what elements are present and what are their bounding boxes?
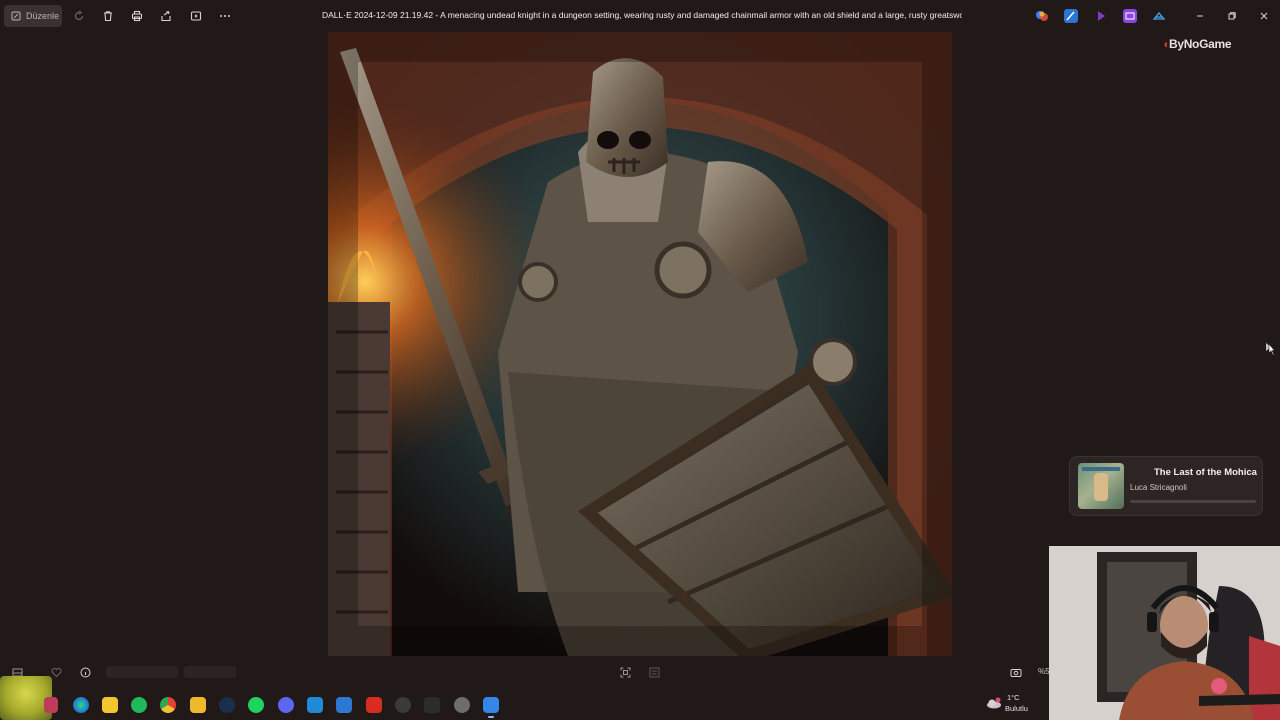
onedrive-icon[interactable] <box>1152 9 1166 23</box>
taskbar <box>0 690 1049 720</box>
info-icon <box>80 667 90 677</box>
displayed-image[interactable] <box>328 32 952 656</box>
watermark-text: ByNoGame <box>1168 37 1232 51</box>
weather-description: Bulutlu <box>1005 704 1028 713</box>
song-title: The Last of the Mohica <box>1154 467 1257 478</box>
now-playing-widget[interactable]: The Last of the Mohica Luca Stricagnoli <box>1069 456 1263 516</box>
slideshow-button[interactable] <box>188 8 204 24</box>
notes-icon[interactable] <box>102 697 118 713</box>
delete-button[interactable] <box>100 8 116 24</box>
status-placeholder <box>184 666 236 678</box>
store-icon[interactable] <box>307 697 323 713</box>
taskbar-app-icon[interactable] <box>44 697 58 713</box>
acrobat-icon[interactable] <box>366 697 382 713</box>
weather-temperature: 1°C <box>1007 693 1020 702</box>
minimize-button[interactable] <box>1192 8 1208 24</box>
chevron-right-icon <box>1266 343 1276 356</box>
stream-watermark: ◖ByNoGame <box>1162 37 1232 51</box>
photos-icon[interactable] <box>483 697 499 718</box>
close-icon <box>1260 12 1268 20</box>
share-icon <box>161 11 171 22</box>
watermark-logo-icon: ◖ <box>1162 37 1169 51</box>
file-info-button[interactable] <box>79 666 91 678</box>
playback-progress-bar[interactable] <box>1130 500 1256 503</box>
screenshot-button[interactable] <box>1010 666 1022 678</box>
photos-app-window: Düzenle DALL·E 2024-12-09 21.19.42 - A m… <box>0 0 1280 720</box>
print-button[interactable] <box>129 8 145 24</box>
paint-icon[interactable] <box>1064 9 1078 23</box>
fit-screen-icon <box>620 667 630 677</box>
heart-icon <box>51 667 61 677</box>
copilot-icon[interactable] <box>1035 9 1049 23</box>
slideshow-icon <box>190 11 202 21</box>
settings-icon[interactable] <box>454 697 470 713</box>
zoom-level[interactable]: %5 <box>1038 667 1050 676</box>
chrome-icon[interactable] <box>160 697 176 713</box>
edge-icon[interactable] <box>73 697 89 713</box>
spotify-icon[interactable] <box>248 697 264 713</box>
image-title: DALL·E 2024-12-09 21.19.42 - A menacing … <box>322 10 962 20</box>
cloud-icon <box>987 697 1001 709</box>
share-button[interactable] <box>158 8 174 24</box>
rotate-icon <box>74 10 84 21</box>
album-art <box>1078 463 1124 509</box>
edit-button-label: Düzenle <box>26 11 60 21</box>
more-button[interactable] <box>217 8 233 24</box>
camera-icon <box>1010 668 1022 677</box>
webcam-overlay <box>1049 546 1280 720</box>
restore-icon <box>1228 12 1236 20</box>
discord-icon[interactable] <box>278 697 294 713</box>
next-image-button[interactable] <box>1263 338 1276 356</box>
clipchamp-icon[interactable] <box>1094 9 1108 23</box>
explorer-icon[interactable] <box>190 697 206 713</box>
artist-name: Luca Stricagnoli <box>1130 483 1187 492</box>
mail-icon[interactable] <box>336 697 352 713</box>
more-icon <box>220 15 230 17</box>
weather-widget[interactable]: 1°C Bulutlu <box>983 693 1043 717</box>
fit-screen-button[interactable] <box>619 666 631 678</box>
whatsapp-icon[interactable] <box>131 697 147 713</box>
rotate-button[interactable] <box>71 8 87 24</box>
obs-icon[interactable] <box>395 697 411 713</box>
actual-size-icon <box>649 667 659 677</box>
steam-icon[interactable] <box>219 697 235 713</box>
top-toolbar: Düzenle DALL·E 2024-12-09 21.19.42 - A m… <box>0 0 1280 32</box>
close-button[interactable] <box>1256 8 1272 24</box>
restore-button[interactable] <box>1224 8 1240 24</box>
status-placeholder <box>106 666 178 678</box>
actual-size-button[interactable] <box>648 666 660 678</box>
terminal-icon[interactable] <box>424 697 440 713</box>
edit-button[interactable]: Düzenle <box>4 5 62 27</box>
favorite-button[interactable] <box>50 666 62 678</box>
delete-icon <box>104 11 112 22</box>
app-icon[interactable] <box>1123 9 1137 23</box>
edit-icon <box>11 11 21 21</box>
print-icon <box>131 10 143 22</box>
minimize-icon <box>1197 15 1203 17</box>
